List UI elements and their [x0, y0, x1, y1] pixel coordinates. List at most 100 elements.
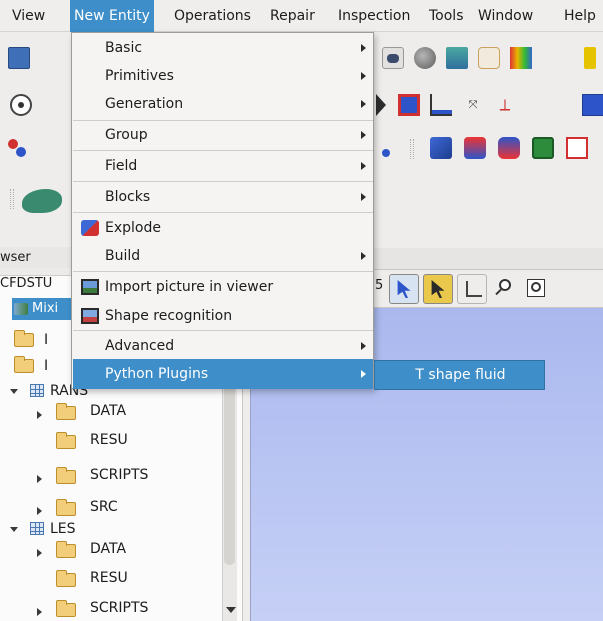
menu-item-basic[interactable]: Basic	[73, 33, 373, 63]
cursor-icon	[397, 280, 411, 298]
yacs-icon[interactable]	[584, 47, 596, 69]
cylinder-icon[interactable]	[464, 137, 486, 159]
tree-item-label: RESU	[90, 570, 128, 586]
points-tool-icon[interactable]	[380, 137, 394, 159]
zoom-window-icon[interactable]	[527, 279, 545, 297]
tree-item-mixing[interactable]: Mixi	[12, 298, 72, 320]
tree-item-les-data[interactable]: DATA	[30, 536, 210, 562]
submenu-arrow-icon	[361, 342, 366, 350]
plane-icon[interactable]	[398, 94, 420, 116]
menu-tools[interactable]: Tools	[425, 0, 468, 32]
collapse-arrow-icon[interactable]	[37, 608, 42, 616]
trihedron-button[interactable]	[457, 274, 487, 304]
submenu-arrow-icon	[361, 252, 366, 260]
submenu-arrow-icon	[361, 72, 366, 80]
folder-icon	[56, 570, 76, 587]
expand-arrow-icon[interactable]	[10, 527, 18, 532]
menu-item-shape-recognition[interactable]: Shape recognition	[73, 301, 373, 331]
picture-icon	[81, 279, 99, 295]
menu-item-explode[interactable]: Explode	[73, 213, 373, 243]
folder-icon	[56, 600, 76, 617]
lcs-icon[interactable]	[430, 94, 452, 116]
folder-icon	[56, 432, 76, 449]
sketch-icon[interactable]	[22, 189, 62, 213]
shape-tool-icon[interactable]	[414, 47, 436, 69]
menu-item-label: Advanced	[105, 338, 175, 354]
tree-root[interactable]: CFDSTU	[0, 271, 52, 297]
vertex-tool-icon[interactable]	[8, 137, 30, 159]
tree-item-folder-1[interactable]: I	[12, 327, 72, 353]
tree-item-les-scripts[interactable]: SCRIPTS	[30, 595, 210, 621]
box-icon[interactable]	[582, 94, 603, 116]
view-toggle-icon[interactable]	[382, 47, 404, 69]
menu-item-import-picture[interactable]: Import picture in viewer	[73, 272, 373, 302]
menu-item-label: Shape recognition	[105, 308, 233, 324]
tree-item-label: DATA	[90, 403, 127, 419]
scroll-down-arrow-icon[interactable]	[226, 607, 236, 613]
line-icon[interactable]	[376, 94, 386, 116]
vector-icon[interactable]: ⤧	[462, 94, 484, 116]
case-grid-icon	[30, 522, 44, 535]
menu-window[interactable]: Window	[474, 0, 537, 32]
menu-item-label: Python Plugins	[105, 366, 209, 382]
submenu-arrow-icon	[361, 100, 366, 108]
submenu-item-t-shape-fluid[interactable]: T shape fluid	[375, 361, 546, 389]
menu-inspection[interactable]: Inspection	[334, 0, 414, 32]
select-inside-button[interactable]	[423, 274, 453, 304]
tree-item-rans-scripts[interactable]: SCRIPTS	[30, 462, 210, 488]
select-mode-button[interactable]	[389, 274, 419, 304]
menu-item-label: Blocks	[105, 189, 151, 205]
save-icon[interactable]	[8, 47, 30, 69]
menu-item-generation[interactable]: Generation	[73, 89, 373, 119]
tree-item-mixing-label: Mixi	[32, 301, 59, 316]
explode-icon	[81, 220, 99, 236]
menu-item-python-plugins[interactable]: Python Plugins	[73, 359, 373, 389]
menu-repair[interactable]: Repair	[266, 0, 319, 32]
scrollbar-thumb[interactable]	[224, 380, 235, 565]
collapse-arrow-icon[interactable]	[37, 507, 42, 515]
viewer-toolbar-text: 5	[375, 278, 384, 293]
tree-item-folder-2[interactable]: I	[12, 353, 72, 379]
submenu-arrow-icon	[361, 44, 366, 52]
folder-icon	[56, 403, 76, 420]
collapse-arrow-icon[interactable]	[37, 411, 42, 419]
cone-icon[interactable]	[498, 137, 520, 159]
menu-item-build[interactable]: Build	[73, 241, 373, 271]
cursor-icon	[431, 280, 445, 298]
tree-item-les-resu[interactable]: RESU	[30, 565, 210, 591]
collapse-arrow-icon[interactable]	[37, 549, 42, 557]
face-icon[interactable]	[532, 137, 554, 159]
submenu-arrow-icon	[361, 131, 366, 139]
point-icon[interactable]	[10, 94, 32, 116]
menu-operations[interactable]: Operations	[170, 0, 255, 32]
python-plugins-submenu: T shape fluid	[374, 360, 545, 390]
menu-item-blocks[interactable]: Blocks	[73, 182, 373, 212]
menu-item-advanced[interactable]: Advanced	[73, 331, 373, 361]
expand-arrow-icon[interactable]	[10, 389, 18, 394]
collapse-arrow-icon[interactable]	[37, 475, 42, 483]
rectangle-icon[interactable]	[566, 137, 588, 159]
tree-item-folder-2-label: I	[44, 358, 49, 374]
paravis-icon[interactable]	[510, 47, 532, 69]
folder-icon	[14, 356, 34, 373]
folder-icon	[56, 541, 76, 558]
menu-help[interactable]: Help	[560, 0, 600, 32]
tree-item-label: SCRIPTS	[90, 600, 149, 616]
tree-item-label: DATA	[90, 541, 127, 557]
menu-item-field[interactable]: Field	[73, 151, 373, 181]
zoom-icon[interactable]	[495, 279, 513, 297]
box-solid-icon[interactable]	[430, 137, 452, 159]
submenu-arrow-icon	[361, 193, 366, 201]
tree-item-rans-data[interactable]: DATA	[30, 398, 210, 424]
tree-item-label: RESU	[90, 432, 128, 448]
axis-icon[interactable]: ⟂	[494, 94, 516, 116]
menu-view[interactable]: View	[8, 0, 49, 32]
menu-item-group[interactable]: Group	[73, 120, 373, 150]
new-entity-menu: Basic Primitives Generation Group Field …	[71, 32, 374, 389]
study-icon[interactable]	[478, 47, 500, 69]
tree-item-rans-resu[interactable]: RESU	[30, 427, 210, 453]
mesh-icon[interactable]	[446, 47, 468, 69]
menu-item-primitives[interactable]: Primitives	[73, 61, 373, 91]
menu-item-label: Explode	[105, 220, 161, 236]
menu-new-entity[interactable]: New Entity	[70, 0, 154, 32]
